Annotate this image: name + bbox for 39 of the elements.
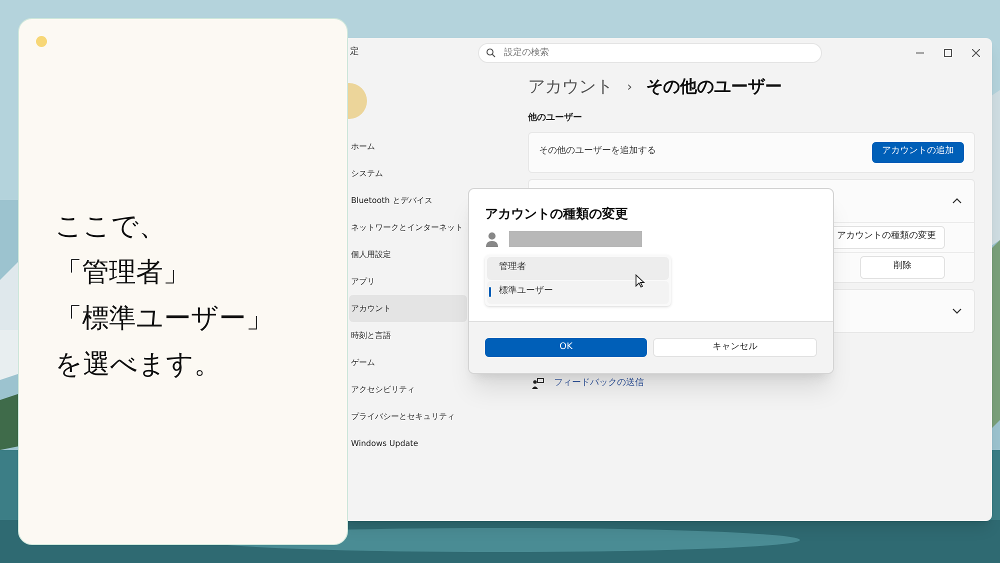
caption-line: 「標準ユーザー」	[55, 302, 274, 336]
search-icon	[486, 48, 496, 58]
breadcrumb-separator: ›	[627, 79, 632, 98]
maximize-icon[interactable]	[944, 49, 952, 57]
sidebar-item[interactable]: ゲーム	[349, 349, 467, 376]
list-option[interactable]: 標準ユーザー	[487, 280, 669, 304]
feedback-link[interactable]: フィードバックの送信	[554, 376, 644, 390]
feedback-icon	[532, 378, 544, 389]
sidebar-item[interactable]: プライバシーとセキュリティ	[349, 403, 467, 430]
sidebar-item[interactable]: アクセシビリティ	[349, 376, 467, 403]
cursor-icon	[635, 274, 645, 288]
page-title: その他のユーザー	[646, 76, 782, 100]
close-icon[interactable]	[972, 49, 980, 57]
sidebar-item[interactable]: 個人用設定	[349, 241, 467, 268]
add-account-button[interactable]: アカウントの追加	[872, 142, 964, 162]
sidebar-item[interactable]: Bluetooth とデバイス	[349, 187, 467, 214]
ok-button[interactable]: OK	[485, 338, 647, 357]
sidebar-item[interactable]: アカウント	[349, 295, 467, 322]
cancel-button[interactable]: キャンセル	[653, 338, 817, 357]
list-option[interactable]: 管理者	[487, 256, 669, 280]
search-field[interactable]: 設定の検索	[478, 43, 822, 63]
sidebar-item[interactable]: ホーム	[349, 133, 467, 160]
breadcrumb-parent[interactable]: アカウント	[528, 75, 613, 101]
chevron-down-icon[interactable]	[952, 308, 962, 314]
caption-line: 「管理者」	[55, 256, 191, 290]
user-icon	[485, 230, 499, 246]
window-title: 定	[349, 46, 360, 60]
add-user-label: その他のユーザーを追加する	[539, 145, 656, 158]
caption-line: ここで、	[55, 210, 167, 244]
sidebar-item[interactable]: システム	[349, 160, 467, 187]
sidebar-item[interactable]: ネットワークとインターネット	[349, 214, 467, 241]
chevron-up-icon[interactable]	[952, 198, 962, 204]
caption-line: を選べます。	[55, 348, 222, 382]
sidebar-item[interactable]: Windows Update	[349, 430, 467, 457]
section-title: 他のユーザー	[528, 112, 583, 125]
sidebar-item[interactable]: アプリ	[349, 268, 467, 295]
sidebar-item[interactable]: 時刻と言語	[349, 322, 467, 349]
account-action-button[interactable]: 削除	[860, 256, 945, 278]
dialog-title: アカウントの種類の変更	[485, 206, 629, 224]
